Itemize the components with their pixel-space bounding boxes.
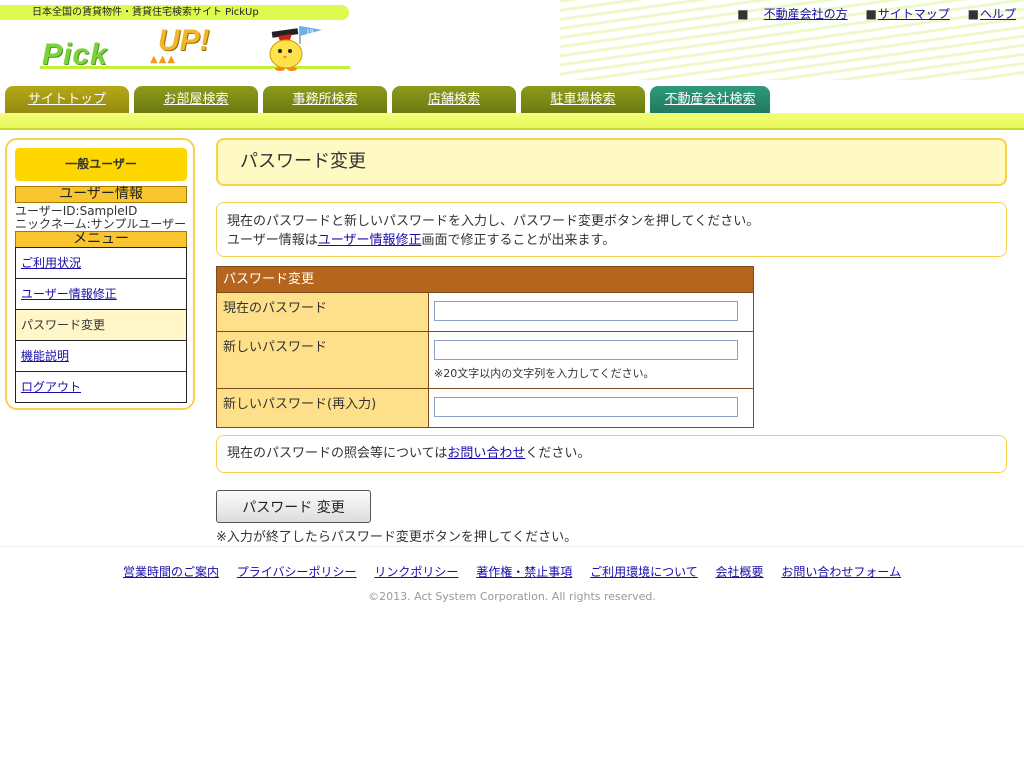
instruction-line-2: ユーザー情報はユーザー情報修正画面で修正することが出来ます。 bbox=[227, 231, 996, 250]
tab-label[interactable]: 店舗検索 bbox=[428, 92, 480, 107]
sidebar-item-logout[interactable]: ログアウト bbox=[16, 371, 186, 402]
tab-site-top[interactable]: サイトトップ bbox=[5, 86, 129, 113]
tab-realestate-search[interactable]: 不動産会社検索 bbox=[650, 86, 770, 113]
tab-office-search[interactable]: 事務所検索 bbox=[263, 86, 387, 113]
contact-box: 現在のパスワードの照会等についてはお問い合わせください。 bbox=[216, 435, 1007, 473]
user-info-heading: ユーザー情報 bbox=[15, 186, 187, 203]
site-tagline: 日本全国の賃貸物件・賃貸住宅検索サイト PickUp bbox=[0, 5, 349, 20]
square-bullet-icon: ■ bbox=[865, 7, 877, 21]
current-password-label: 現在のパスワード bbox=[217, 293, 429, 331]
sidebar-item-label[interactable]: ご利用状況 bbox=[21, 256, 81, 270]
page: 日本全国の賃貸物件・賃貸住宅検索サイト PickUp Pick UP! ▲▲▲ … bbox=[0, 0, 1024, 768]
new-password-note: ※20文字以内の文字列を入力してください。 bbox=[434, 367, 655, 380]
sidebar: 一般ユーザー ユーザー情報 ユーザーID:SampleID ニックネーム:サンプ… bbox=[5, 138, 195, 410]
footer-links: 営業時間のご案内 プライバシーポリシー リンクポリシー 著作権・禁止事項 ご利用… bbox=[0, 563, 1024, 580]
logo-arrows-icon: ▲▲▲ bbox=[150, 54, 177, 65]
tab-store-search[interactable]: 店舗検索 bbox=[392, 86, 516, 113]
form-cell: ※20文字以内の文字列を入力してください。 bbox=[429, 332, 753, 388]
form-row-new: 新しいパスワード ※20文字以内の文字列を入力してください。 bbox=[217, 331, 753, 388]
tab-room-search[interactable]: お部屋検索 bbox=[134, 86, 258, 113]
new-password-input[interactable] bbox=[434, 340, 738, 360]
site-logo[interactable]: Pick UP! ▲▲▲ 19 bbox=[40, 24, 350, 71]
footer-link-linkpolicy[interactable]: リンクポリシー bbox=[374, 565, 458, 579]
change-password-button[interactable]: パスワード 変更 bbox=[216, 490, 371, 523]
footer-link-copyright[interactable]: 著作権・禁止事項 bbox=[476, 565, 572, 579]
footer-link-contact-form[interactable]: お問い合わせフォーム bbox=[781, 565, 901, 579]
mascot-chick-icon: 19 bbox=[269, 26, 322, 71]
main-nav: サイトトップ お部屋検索 事務所検索 店舗検索 駐車場検索 不動産会社検索 bbox=[0, 86, 1024, 113]
copyright: ©2013. Act System Corporation. All right… bbox=[368, 590, 656, 603]
sidebar-item-label[interactable]: 機能説明 bbox=[21, 349, 69, 363]
sidebar-item-usage[interactable]: ご利用状況 bbox=[16, 247, 186, 278]
footer-divider bbox=[0, 546, 1024, 547]
sidebar-menu: ご利用状況 ユーザー情報修正 パスワード変更 機能説明 ログアウト bbox=[15, 247, 187, 403]
submit-note: ※入力が終了したらパスワード変更ボタンを押してください。 bbox=[216, 530, 578, 545]
toplink-realestate[interactable]: 不動産会社の方 bbox=[764, 7, 848, 21]
form-cell bbox=[429, 389, 753, 427]
menu-heading: メニュー bbox=[15, 231, 187, 248]
instruction-text: 画面で修正することが出来ます。 bbox=[421, 233, 616, 248]
confirm-password-input[interactable] bbox=[434, 397, 738, 417]
current-password-input[interactable] bbox=[434, 301, 738, 321]
top-links: ■ 不動産会社の方 ■サイトマップ ■ヘルプ bbox=[737, 5, 1016, 22]
user-type-badge: 一般ユーザー bbox=[15, 148, 187, 181]
contact-text: ください。 bbox=[525, 446, 591, 461]
confirm-password-label: 新しいパスワード(再入力) bbox=[217, 389, 429, 427]
tab-label[interactable]: お部屋検索 bbox=[163, 92, 228, 107]
sidebar-item-help[interactable]: 機能説明 bbox=[16, 340, 186, 371]
instruction-line-1: 現在のパスワードと新しいパスワードを入力し、パスワード変更ボタンを押してください… bbox=[227, 214, 760, 229]
footer-link-environment[interactable]: ご利用環境について bbox=[590, 565, 698, 579]
instruction-text: ユーザー情報は bbox=[227, 233, 318, 248]
toplink-help[interactable]: ヘルプ bbox=[980, 7, 1016, 21]
sidebar-item-label: パスワード変更 bbox=[21, 318, 106, 332]
square-bullet-icon: ■ bbox=[967, 7, 979, 21]
edit-user-link[interactable]: ユーザー情報修正 bbox=[318, 233, 422, 248]
tab-parking-search[interactable]: 駐車場検索 bbox=[521, 86, 645, 113]
logo-up: UP! bbox=[158, 24, 210, 57]
contact-link[interactable]: お問い合わせ bbox=[447, 446, 525, 461]
sidebar-item-label[interactable]: ログアウト bbox=[21, 380, 81, 394]
toplink-sitemap[interactable]: サイトマップ bbox=[878, 7, 950, 21]
nickname-text: ニックネーム:サンプルユーザー bbox=[15, 217, 187, 231]
tab-label[interactable]: 不動産会社検索 bbox=[664, 92, 755, 107]
sidebar-item-password: パスワード変更 bbox=[16, 309, 186, 340]
instruction-box: 現在のパスワードと新しいパスワードを入力し、パスワード変更ボタンを押してください… bbox=[216, 202, 1007, 257]
password-form: パスワード変更 現在のパスワード 新しいパスワード ※20文字以内の文字列を入力… bbox=[216, 266, 754, 428]
new-password-label: 新しいパスワード bbox=[217, 332, 429, 388]
mascot-badge: 19 bbox=[306, 29, 314, 36]
sidebar-item-edit-user[interactable]: ユーザー情報修正 bbox=[16, 278, 186, 309]
tab-label[interactable]: 駐車場検索 bbox=[550, 92, 615, 107]
tab-label[interactable]: 事務所検索 bbox=[292, 92, 357, 107]
footer-link-company[interactable]: 会社概要 bbox=[716, 565, 764, 579]
tab-label[interactable]: サイトトップ bbox=[28, 92, 106, 107]
square-bullet-icon: ■ bbox=[737, 7, 749, 21]
form-heading: パスワード変更 bbox=[217, 267, 753, 292]
nav-underbar bbox=[0, 113, 1024, 130]
footer-link-privacy[interactable]: プライバシーポリシー bbox=[237, 565, 357, 579]
form-cell bbox=[429, 293, 753, 331]
sidebar-item-label[interactable]: ユーザー情報修正 bbox=[21, 287, 117, 301]
form-row-confirm: 新しいパスワード(再入力) bbox=[217, 388, 753, 427]
footer-link-hours[interactable]: 営業時間のご案内 bbox=[123, 565, 219, 579]
contact-text: 現在のパスワードの照会等については bbox=[227, 446, 448, 461]
form-row-current: 現在のパスワード bbox=[217, 292, 753, 331]
logo-word: Pick bbox=[42, 38, 108, 71]
page-title: パスワード変更 bbox=[216, 138, 1007, 186]
